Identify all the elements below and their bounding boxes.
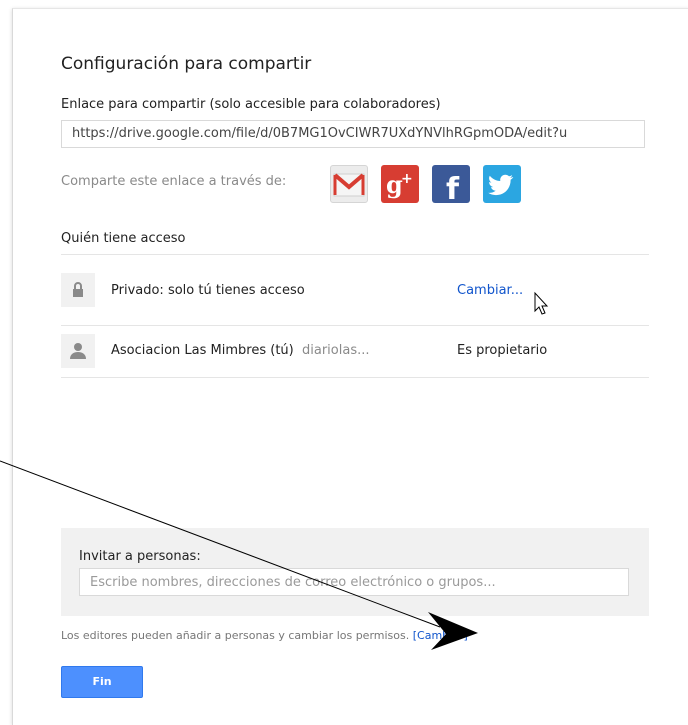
- svg-text:f: f: [446, 172, 460, 203]
- google-plus-icon: g +: [386, 170, 413, 199]
- change-privacy-link[interactable]: Cambiar...: [457, 283, 523, 298]
- gmail-icon: [333, 173, 365, 197]
- facebook-share-button[interactable]: f: [432, 165, 470, 207]
- editors-permission-note: Los editores pueden añadir a personas y …: [61, 629, 468, 642]
- google-plus-share-button[interactable]: g +: [381, 165, 419, 203]
- person-icon: [61, 334, 95, 368]
- invite-people-input[interactable]: [79, 568, 629, 596]
- access-heading: Quién tiene acceso: [61, 231, 186, 246]
- dialog-title: Configuración para compartir: [61, 54, 312, 74]
- svg-text:+: +: [401, 171, 413, 187]
- owner-entry: Asociacion Las Mimbres (tú) diariolas...: [111, 343, 370, 358]
- divider: [61, 377, 649, 378]
- change-permissions-link[interactable]: [Cambiar]: [413, 629, 468, 642]
- twitter-icon: [488, 174, 514, 196]
- gmail-share-button[interactable]: [330, 165, 368, 203]
- invite-label: Invitar a personas:: [79, 549, 201, 564]
- invite-panel: Invitar a personas:: [61, 528, 649, 616]
- share-settings-dialog: [12, 8, 688, 725]
- share-link-field[interactable]: https://drive.google.com/file/d/0B7MG1Ov…: [61, 120, 645, 148]
- owner-email: diariolas...: [302, 343, 370, 358]
- owner-role: Es propietario: [457, 343, 548, 358]
- privacy-status: Privado: solo tú tienes acceso: [111, 283, 305, 298]
- lock-icon: [61, 273, 95, 307]
- share-via-label: Comparte este enlace a través de:: [61, 174, 287, 189]
- editors-note-text: Los editores pueden añadir a personas y …: [61, 629, 410, 642]
- share-link-label: Enlace para compartir (solo accesible pa…: [61, 97, 441, 112]
- done-button[interactable]: Fin: [61, 666, 143, 698]
- twitter-share-button[interactable]: [483, 165, 521, 203]
- facebook-icon: f: [446, 172, 460, 207]
- owner-name: Asociacion Las Mimbres (tú): [111, 343, 294, 358]
- divider: [61, 254, 649, 255]
- divider: [61, 325, 649, 326]
